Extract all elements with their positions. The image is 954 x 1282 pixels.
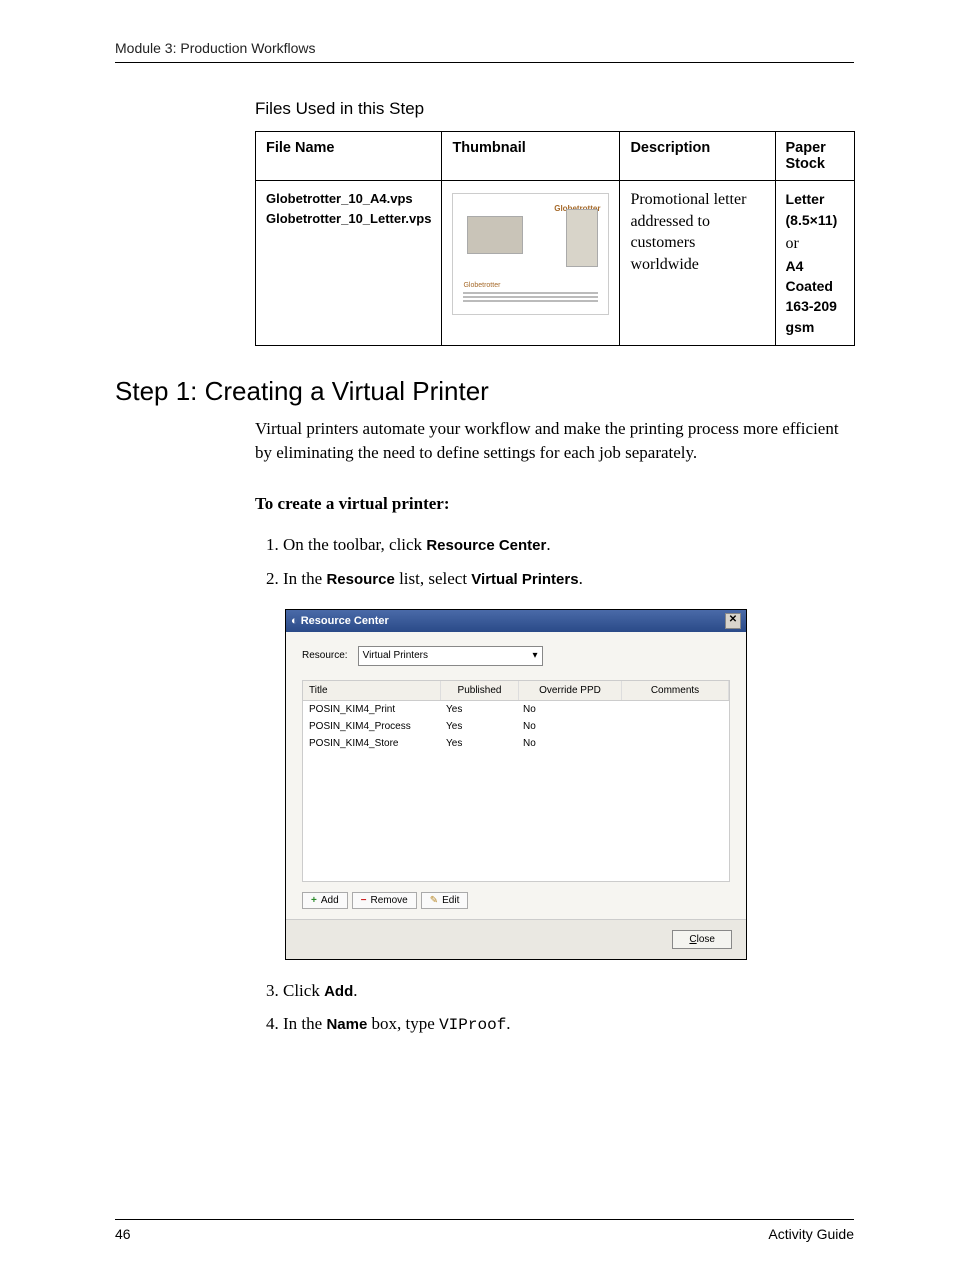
step-item: In the Resource list, select Virtual Pri… bbox=[283, 565, 854, 592]
page-footer: 46 Activity Guide bbox=[115, 1219, 854, 1242]
page-header: Module 3: Production Workflows bbox=[115, 40, 854, 63]
col-override: Override PPD bbox=[519, 681, 622, 700]
table-row: Globetrotter_10_A4.vps Globetrotter_10_L… bbox=[256, 181, 855, 346]
description-cell: Promotional letter addressed to customer… bbox=[620, 181, 775, 346]
step-item: Click Add. bbox=[283, 977, 854, 1004]
page-number: 46 bbox=[115, 1226, 131, 1242]
dialog-titlebar: ◐ Resource Center ✕ bbox=[286, 610, 746, 632]
filename: Globetrotter_10_Letter.vps bbox=[266, 209, 431, 229]
window-icon: ◐ bbox=[291, 615, 298, 627]
col-published: Published bbox=[441, 681, 519, 700]
minus-icon: − bbox=[361, 895, 367, 906]
grid-row[interactable]: POSIN_KIM4_Print Yes No bbox=[303, 701, 729, 718]
edit-button[interactable]: ✎ Edit bbox=[421, 892, 469, 909]
procedure-list: On the toolbar, click Resource Center. I… bbox=[255, 531, 854, 591]
close-button[interactable]: Close bbox=[672, 930, 732, 949]
plus-icon: + bbox=[311, 895, 317, 906]
procedure-list-cont: Click Add. In the Name box, type VIProof… bbox=[255, 977, 854, 1039]
col-thumbnail: Thumbnail bbox=[442, 132, 620, 181]
files-table: File Name Thumbnail Description Paper St… bbox=[255, 131, 855, 346]
grid-row[interactable]: POSIN_KIM4_Process Yes No bbox=[303, 718, 729, 735]
intro-paragraph: Virtual printers automate your workflow … bbox=[255, 417, 854, 465]
remove-button[interactable]: − Remove bbox=[352, 892, 417, 909]
grid-row[interactable]: POSIN_KIM4_Store Yes No bbox=[303, 735, 729, 752]
close-icon[interactable]: ✕ bbox=[725, 613, 741, 629]
filename: Globetrotter_10_A4.vps bbox=[266, 189, 431, 209]
add-button[interactable]: + Add bbox=[302, 892, 348, 909]
col-filename: File Name bbox=[256, 132, 442, 181]
procedure-title: To create a virtual printer: bbox=[255, 494, 854, 514]
resource-value: Virtual Printers bbox=[363, 650, 428, 661]
col-paperstock: Paper Stock bbox=[775, 132, 854, 181]
section-title: Files Used in this Step bbox=[255, 99, 854, 119]
step-heading: Step 1: Creating a Virtual Printer bbox=[115, 376, 854, 407]
col-description: Description bbox=[620, 132, 775, 181]
thumbnail-image: Globetrotter Globetrotter bbox=[452, 193, 609, 315]
resource-center-dialog: ◐ Resource Center ✕ Resource: Virtual Pr… bbox=[285, 609, 747, 960]
step-item: In the Name box, type VIProof. bbox=[283, 1010, 854, 1039]
doc-title: Activity Guide bbox=[768, 1226, 854, 1242]
resource-label: Resource: bbox=[302, 650, 348, 661]
chevron-down-icon: ▾ bbox=[533, 650, 538, 661]
dialog-title: Resource Center bbox=[301, 615, 389, 627]
paperstock-cell: Letter (8.5×11) or A4 Coated 163-209 gsm bbox=[775, 181, 854, 346]
col-title: Title bbox=[303, 681, 441, 700]
virtual-printers-grid: Title Published Override PPD Comments PO… bbox=[302, 680, 730, 882]
step-item: On the toolbar, click Resource Center. bbox=[283, 531, 854, 558]
resource-select[interactable]: Virtual Printers ▾ bbox=[358, 646, 543, 666]
pencil-icon: ✎ bbox=[430, 895, 438, 906]
col-comments: Comments bbox=[622, 681, 729, 700]
